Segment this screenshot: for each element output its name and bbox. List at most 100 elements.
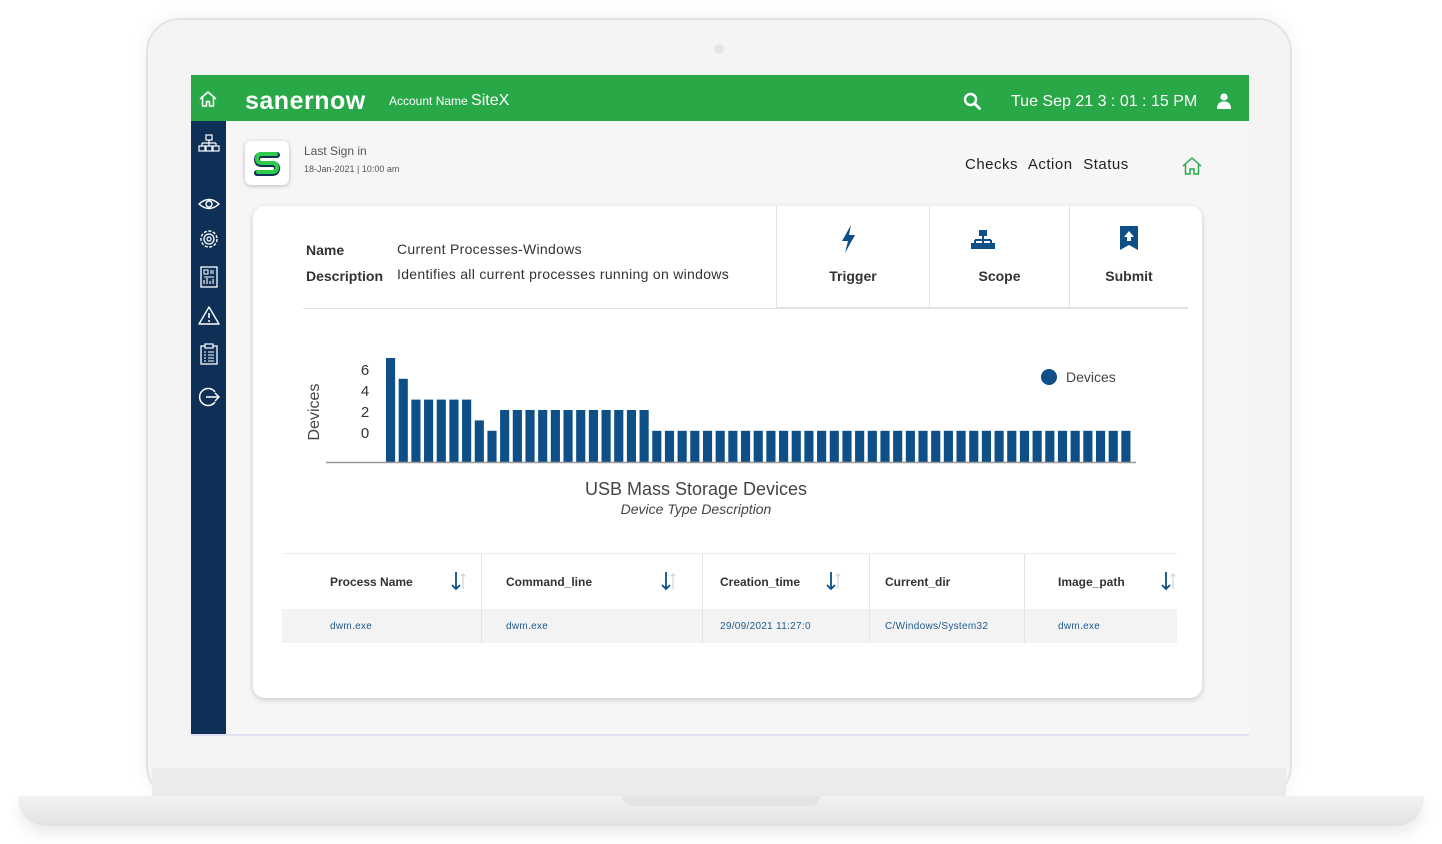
bar[interactable] [474, 420, 484, 462]
bar[interactable] [538, 410, 548, 462]
bar[interactable] [829, 430, 839, 462]
sort-icon[interactable] [825, 570, 843, 592]
cell-value[interactable]: C/Windows/System32 [885, 621, 988, 632]
bar[interactable] [677, 430, 687, 462]
bar[interactable] [1108, 430, 1118, 462]
user-icon[interactable] [1217, 93, 1231, 109]
column-header[interactable]: Current_dir [869, 554, 1024, 610]
bar[interactable] [601, 410, 611, 462]
legend-label[interactable]: Devices [1066, 369, 1116, 385]
bar[interactable] [1057, 430, 1068, 462]
bar[interactable] [462, 399, 472, 462]
bar[interactable] [880, 430, 890, 462]
main-content: Last Sign in 18-Jan-2021 | 10:00 am Chec… [226, 121, 1249, 734]
trigger-button[interactable]: Trigger [776, 206, 929, 308]
bar[interactable] [664, 430, 675, 462]
bar[interactable] [398, 378, 408, 462]
column-header[interactable]: Creation_time [702, 554, 869, 610]
table-row[interactable]: dwm.exe dwm.exe 29/09/2021 11:27:0 C/Window… [282, 609, 1177, 643]
bar[interactable] [943, 430, 953, 462]
eye-icon[interactable] [198, 193, 220, 215]
bar[interactable] [1032, 430, 1042, 462]
home-icon[interactable] [1182, 157, 1202, 175]
nav-status[interactable]: Status [1083, 156, 1129, 173]
sort-icon[interactable] [660, 570, 678, 592]
report-icon[interactable] [198, 266, 220, 288]
bar[interactable] [753, 430, 763, 462]
bar[interactable] [1045, 430, 1055, 462]
bar[interactable] [1007, 430, 1017, 462]
bar[interactable] [779, 430, 789, 462]
bar[interactable] [715, 430, 725, 462]
sort-icon[interactable] [1160, 570, 1178, 592]
bar[interactable] [411, 399, 421, 462]
bar[interactable] [626, 410, 637, 462]
alert-icon[interactable] [198, 305, 220, 327]
bar[interactable] [969, 430, 979, 462]
account-name[interactable]: SiteX [471, 92, 509, 109]
home-icon[interactable] [199, 91, 217, 107]
bar[interactable] [512, 410, 522, 462]
lightning-icon [842, 225, 855, 253]
nav-checks[interactable]: Checks [965, 156, 1018, 173]
bar[interactable] [576, 410, 586, 462]
bar[interactable] [791, 430, 801, 462]
bar[interactable] [918, 430, 928, 462]
cell-value[interactable]: dwm.exe [330, 621, 372, 632]
column-header[interactable]: Process Name [282, 554, 481, 610]
cell-value[interactable]: dwm.exe [506, 621, 548, 632]
bar[interactable] [386, 358, 396, 462]
bar[interactable] [1019, 430, 1030, 462]
bar[interactable] [449, 399, 459, 462]
gear-icon[interactable] [198, 228, 220, 250]
bar[interactable] [931, 430, 941, 462]
bar[interactable] [614, 410, 624, 462]
scope-button[interactable]: Scope [929, 206, 1069, 308]
bar[interactable] [1083, 430, 1093, 462]
bar[interactable] [817, 430, 827, 462]
bar[interactable] [905, 430, 915, 462]
bar[interactable] [702, 430, 713, 462]
last-sign-in-label: Last Sign in [304, 144, 367, 158]
bar[interactable] [956, 430, 966, 462]
bar[interactable] [1095, 430, 1106, 462]
cell-value[interactable]: 29/09/2021 11:27:0 [720, 621, 811, 632]
bar[interactable] [842, 430, 852, 462]
bar[interactable] [766, 430, 776, 462]
bar[interactable] [639, 410, 649, 462]
logout-icon[interactable] [198, 386, 220, 408]
bar[interactable] [893, 430, 903, 462]
description-value: Identifies all current processes running… [397, 266, 730, 282]
bar[interactable] [436, 399, 446, 462]
cell-value[interactable]: dwm.exe [1058, 621, 1100, 632]
bar[interactable] [563, 410, 573, 462]
bar[interactable] [652, 430, 662, 462]
bar[interactable] [588, 410, 598, 462]
column-header-label: Command_line [506, 575, 593, 589]
sort-icon[interactable] [450, 570, 468, 592]
bar[interactable] [500, 410, 510, 462]
search-icon[interactable] [963, 92, 981, 110]
bar[interactable] [1121, 430, 1131, 462]
column-header-label: Creation_time [720, 575, 801, 589]
bar[interactable] [550, 410, 560, 462]
bar[interactable] [424, 399, 434, 462]
dashboard-tree-icon[interactable] [198, 133, 220, 155]
bar[interactable] [867, 430, 877, 462]
bar[interactable] [804, 430, 814, 462]
column-header[interactable]: Image_path [1024, 554, 1177, 610]
bar[interactable] [740, 430, 751, 462]
column-header[interactable]: Command_line [481, 554, 702, 610]
nav-action[interactable]: Action [1028, 156, 1073, 173]
clipboard-icon[interactable] [198, 343, 220, 365]
bar[interactable] [981, 430, 991, 462]
bar[interactable] [1070, 430, 1080, 462]
bar[interactable] [994, 430, 1004, 462]
bar[interactable] [855, 430, 865, 462]
submit-button[interactable]: Submit [1069, 206, 1188, 308]
bar[interactable] [728, 430, 738, 462]
brand-logo[interactable]: sanernow [245, 87, 366, 116]
bar[interactable] [487, 430, 497, 462]
bar[interactable] [525, 410, 535, 462]
bar[interactable] [690, 430, 700, 462]
